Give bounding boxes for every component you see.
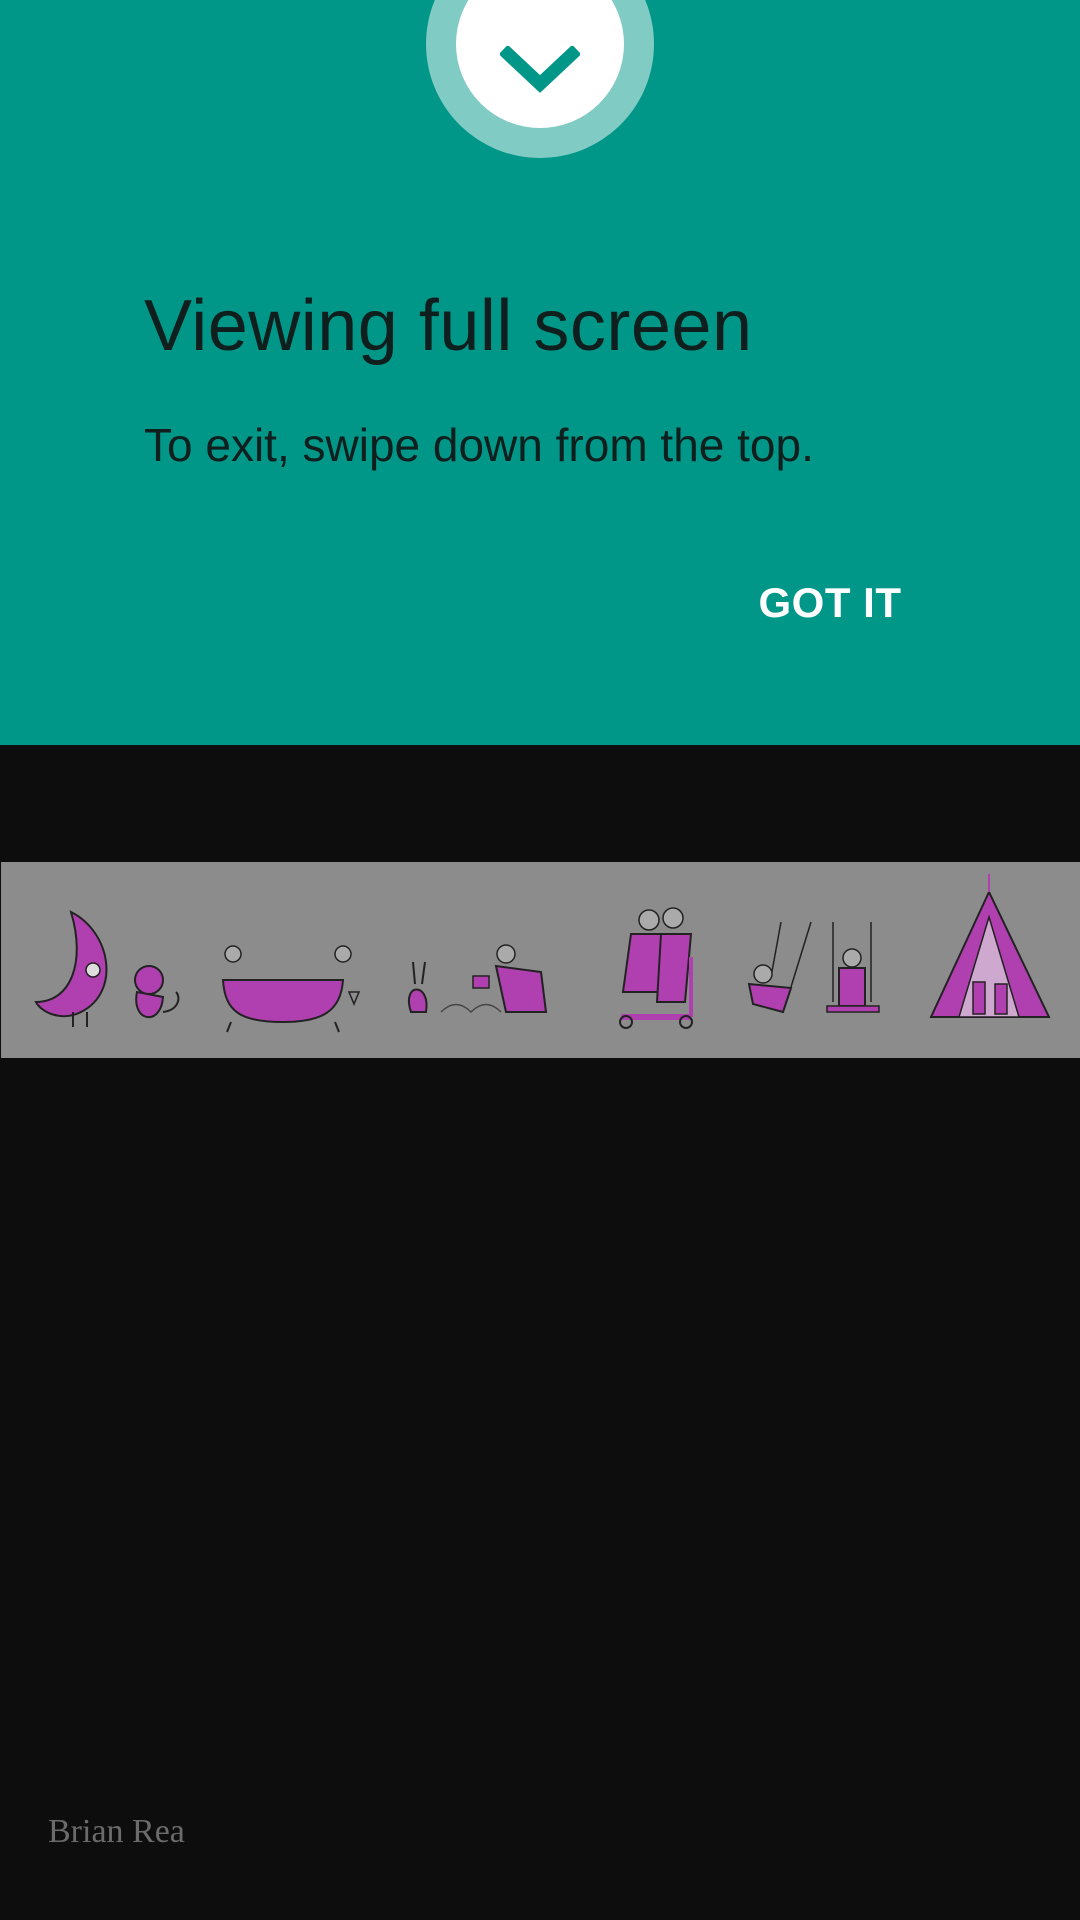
got-it-button[interactable]: GOT IT xyxy=(750,570,910,636)
badge-circle xyxy=(456,0,624,128)
illustration-strip xyxy=(1,862,1080,1058)
dialog-title: Viewing full screen xyxy=(144,286,753,366)
artist-credit: Brian Rea xyxy=(48,1813,185,1850)
cat-figure xyxy=(134,965,180,1018)
swing-figures xyxy=(747,921,880,1014)
doodle-illustration xyxy=(34,874,1051,1033)
screen: Viewing full screen To exit, swipe down … xyxy=(0,0,1080,1920)
badge-ring xyxy=(426,0,654,158)
chevron-down-icon xyxy=(500,46,580,93)
tent-figure xyxy=(929,874,1051,1018)
banana-figure xyxy=(34,910,108,1027)
fullscreen-hint-dialog: Viewing full screen To exit, swipe down … xyxy=(0,0,1080,745)
bathtub-figure xyxy=(221,945,361,1033)
rabbit-gardener-figure xyxy=(408,944,548,1014)
scooter-couple-figure xyxy=(619,907,693,1029)
dialog-message: To exit, swipe down from the top. xyxy=(144,419,814,471)
